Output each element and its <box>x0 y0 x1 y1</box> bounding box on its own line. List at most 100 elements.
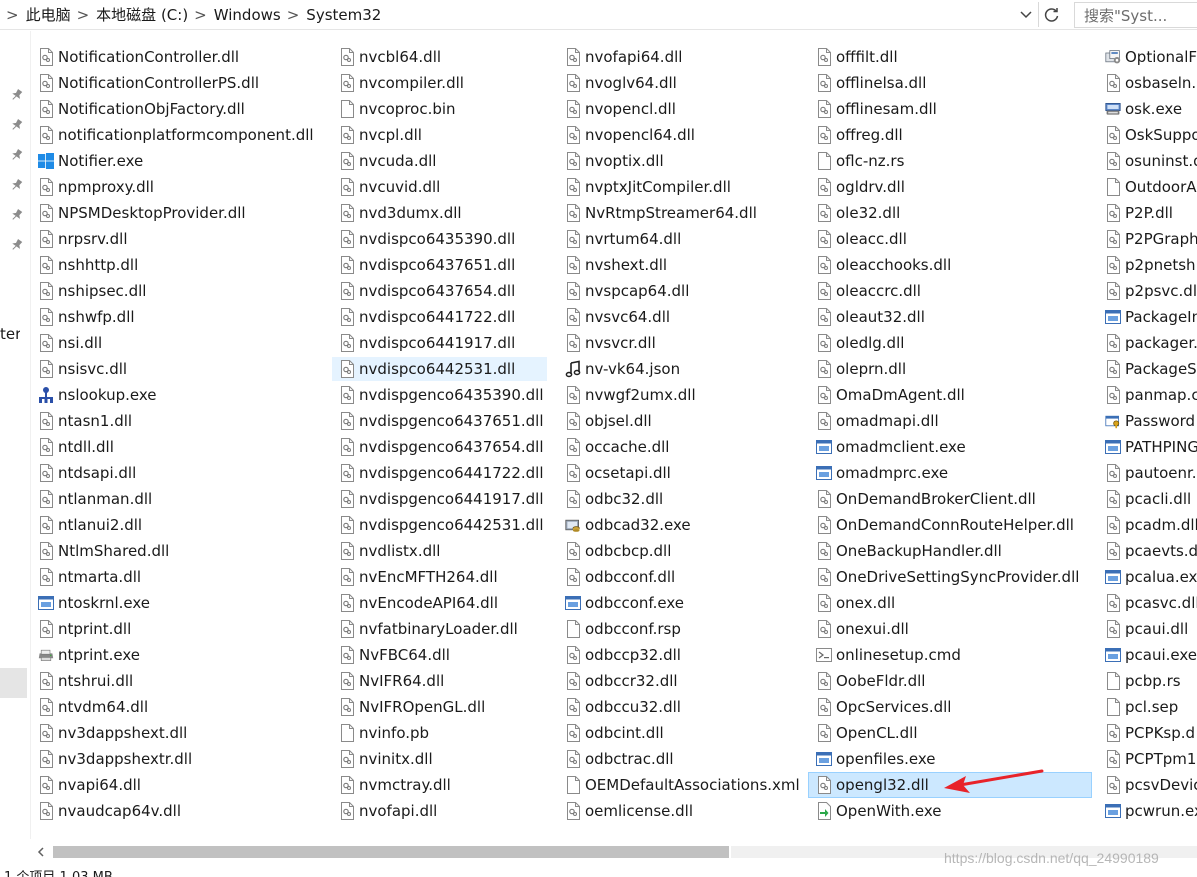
file-item[interactable]: panmap.c <box>1098 383 1197 407</box>
file-item[interactable]: oleaut32.dll <box>809 305 931 329</box>
file-item[interactable]: pcsvDevic <box>1098 773 1197 797</box>
file-item[interactable]: nvdispco6441722.dll <box>332 305 521 329</box>
file-item[interactable]: odbc32.dll <box>558 487 669 511</box>
file-item[interactable]: OneDriveSettingSyncProvider.dll <box>809 565 1085 589</box>
file-item[interactable]: openfiles.exe <box>809 747 941 771</box>
file-item[interactable]: nvdispco6442531.dll <box>332 357 547 381</box>
file-item[interactable]: OobeFldr.dll <box>809 669 931 693</box>
file-item[interactable]: oemlicense.dll <box>558 799 699 823</box>
file-item[interactable]: objsel.dll <box>558 409 658 433</box>
breadcrumb-local-disk[interactable]: 本地磁盘 (C:) <box>96 4 188 25</box>
file-item[interactable]: notificationplatformcomponent.dll <box>31 123 320 147</box>
file-item[interactable]: p2pnetsh <box>1098 253 1197 277</box>
file-item[interactable]: Password <box>1098 409 1197 433</box>
file-item[interactable]: nshipsec.dll <box>31 279 152 303</box>
file-item[interactable]: OnDemandConnRouteHelper.dll <box>809 513 1080 537</box>
file-item[interactable]: nvmctray.dll <box>332 773 457 797</box>
file-item[interactable]: ntshrui.dll <box>31 669 139 693</box>
file-item[interactable]: nvd3dumx.dll <box>332 201 468 225</box>
file-item[interactable]: OptionalF <box>1098 45 1197 69</box>
file-item[interactable]: odbccr32.dll <box>558 669 684 693</box>
file-item[interactable]: nv3dappshext.dll <box>31 721 193 745</box>
file-item[interactable]: pcbp.rs <box>1098 669 1187 693</box>
file-item[interactable]: NvIFR64.dll <box>332 669 450 693</box>
file-item[interactable]: pcaui.dll <box>1098 617 1194 641</box>
file-item[interactable]: ntdsapi.dll <box>31 461 142 485</box>
file-item[interactable]: nvcpl.dll <box>332 123 428 147</box>
file-item[interactable]: nshhttp.dll <box>31 253 144 277</box>
file-item[interactable]: odbcconf.rsp <box>558 617 687 641</box>
file-item[interactable]: OneBackupHandler.dll <box>809 539 1008 563</box>
file-item[interactable]: ole32.dll <box>809 201 906 225</box>
nav-item-highlight[interactable] <box>0 668 27 698</box>
file-item[interactable]: nvofapi64.dll <box>558 45 688 69</box>
search-input[interactable]: 搜索"Syst... <box>1074 2 1197 28</box>
scrollbar-thumb[interactable] <box>53 846 729 858</box>
file-item[interactable]: P2P.dll <box>1098 201 1179 225</box>
file-item[interactable]: nvopencl.dll <box>558 97 682 121</box>
file-item[interactable]: packager. <box>1098 331 1197 355</box>
file-item[interactable]: omadmclient.exe <box>809 435 972 459</box>
file-item[interactable]: nvdispgenco6437654.dll <box>332 435 550 459</box>
file-item[interactable]: oleprn.dll <box>809 357 912 381</box>
file-item[interactable]: pautoenr. <box>1098 461 1197 485</box>
file-item[interactable]: offlinelsa.dll <box>809 71 932 95</box>
file-item[interactable]: PackageS <box>1098 357 1197 381</box>
file-item[interactable]: odbcint.dll <box>558 721 670 745</box>
file-item[interactable]: ntdll.dll <box>31 435 120 459</box>
file-item[interactable]: nvcompiler.dll <box>332 71 470 95</box>
file-item[interactable]: nvcuda.dll <box>332 149 442 173</box>
file-item[interactable]: pcaui.exe <box>1098 643 1197 667</box>
file-item[interactable]: PCPTpm1 <box>1098 747 1197 771</box>
file-item[interactable]: osk.exe <box>1098 97 1188 121</box>
file-item[interactable]: nvdispgenco6441722.dll <box>332 461 550 485</box>
file-item[interactable]: osbaseln.d <box>1098 71 1197 95</box>
file-item[interactable]: osuninst.d <box>1098 149 1197 173</box>
file-item[interactable]: nvdispgenco6435390.dll <box>332 383 550 407</box>
file-item[interactable]: nvinitx.dll <box>332 747 439 771</box>
file-item[interactable]: NtlmShared.dll <box>31 539 175 563</box>
file-item[interactable]: PATHPING <box>1098 435 1197 459</box>
file-item[interactable]: nvrtum64.dll <box>558 227 687 251</box>
file-item[interactable]: pcalua.exe <box>1098 565 1197 589</box>
file-item[interactable]: NvRtmpStreamer64.dll <box>558 201 763 225</box>
file-item[interactable]: odbcconf.dll <box>558 565 681 589</box>
file-item[interactable]: nvdispco6435390.dll <box>332 227 521 251</box>
file-item[interactable]: nvapi64.dll <box>31 773 147 797</box>
file-item[interactable]: nvEncodeAPI64.dll <box>332 591 504 615</box>
file-item[interactable]: odbccu32.dll <box>558 695 687 719</box>
file-item[interactable]: nvsvc64.dll <box>558 305 676 329</box>
file-item[interactable]: pcacli.dll <box>1098 487 1197 511</box>
file-item[interactable]: nv3dappshextr.dll <box>31 747 198 771</box>
file-item[interactable]: nvfatbinaryLoader.dll <box>332 617 524 641</box>
file-item[interactable]: pcadm.dll <box>1098 513 1197 537</box>
file-item[interactable]: ntlanman.dll <box>31 487 158 511</box>
file-item[interactable]: NotificationControllerPS.dll <box>31 71 265 95</box>
file-item[interactable]: omadmprc.exe <box>809 461 954 485</box>
file-item[interactable]: nvshext.dll <box>558 253 673 277</box>
file-item[interactable]: pcaevts.dl <box>1098 539 1197 563</box>
file-item[interactable]: ntvdm64.dll <box>31 695 154 719</box>
file-item[interactable]: ntasn1.dll <box>31 409 138 433</box>
file-item[interactable]: offfilt.dll <box>809 45 904 69</box>
file-item[interactable]: p2psvc.dl <box>1098 279 1197 303</box>
file-item[interactable]: OnDemandBrokerClient.dll <box>809 487 1042 511</box>
file-item[interactable]: onex.dll <box>809 591 901 615</box>
file-item[interactable]: ntmarta.dll <box>31 565 147 589</box>
file-item[interactable]: NotificationController.dll <box>31 45 245 69</box>
navigation-pane[interactable]: ter <box>0 31 31 839</box>
file-item[interactable]: pcl.sep <box>1098 695 1184 719</box>
file-item[interactable]: offreg.dll <box>809 123 909 147</box>
file-item[interactable]: onlinesetup.cmd <box>809 643 967 667</box>
file-item[interactable]: nslookup.exe <box>31 383 162 407</box>
breadcrumb[interactable]: > 此电脑 > 本地磁盘 (C:) > Windows > System32 <box>0 1 1037 28</box>
file-item[interactable]: nvdispgenco6441917.dll <box>332 487 550 511</box>
file-item[interactable]: ntprint.dll <box>31 617 137 641</box>
file-item[interactable]: nvdlistx.dll <box>332 539 446 563</box>
file-item[interactable]: nvcoproc.bin <box>332 97 462 121</box>
file-item[interactable]: oflc-nz.rs <box>809 149 910 173</box>
file-item[interactable]: nvdispco6437651.dll <box>332 253 521 277</box>
file-item[interactable]: nshwfp.dll <box>31 305 141 329</box>
file-item[interactable]: nvEncMFTH264.dll <box>332 565 504 589</box>
file-item[interactable]: OutdoorA <box>1098 175 1197 199</box>
